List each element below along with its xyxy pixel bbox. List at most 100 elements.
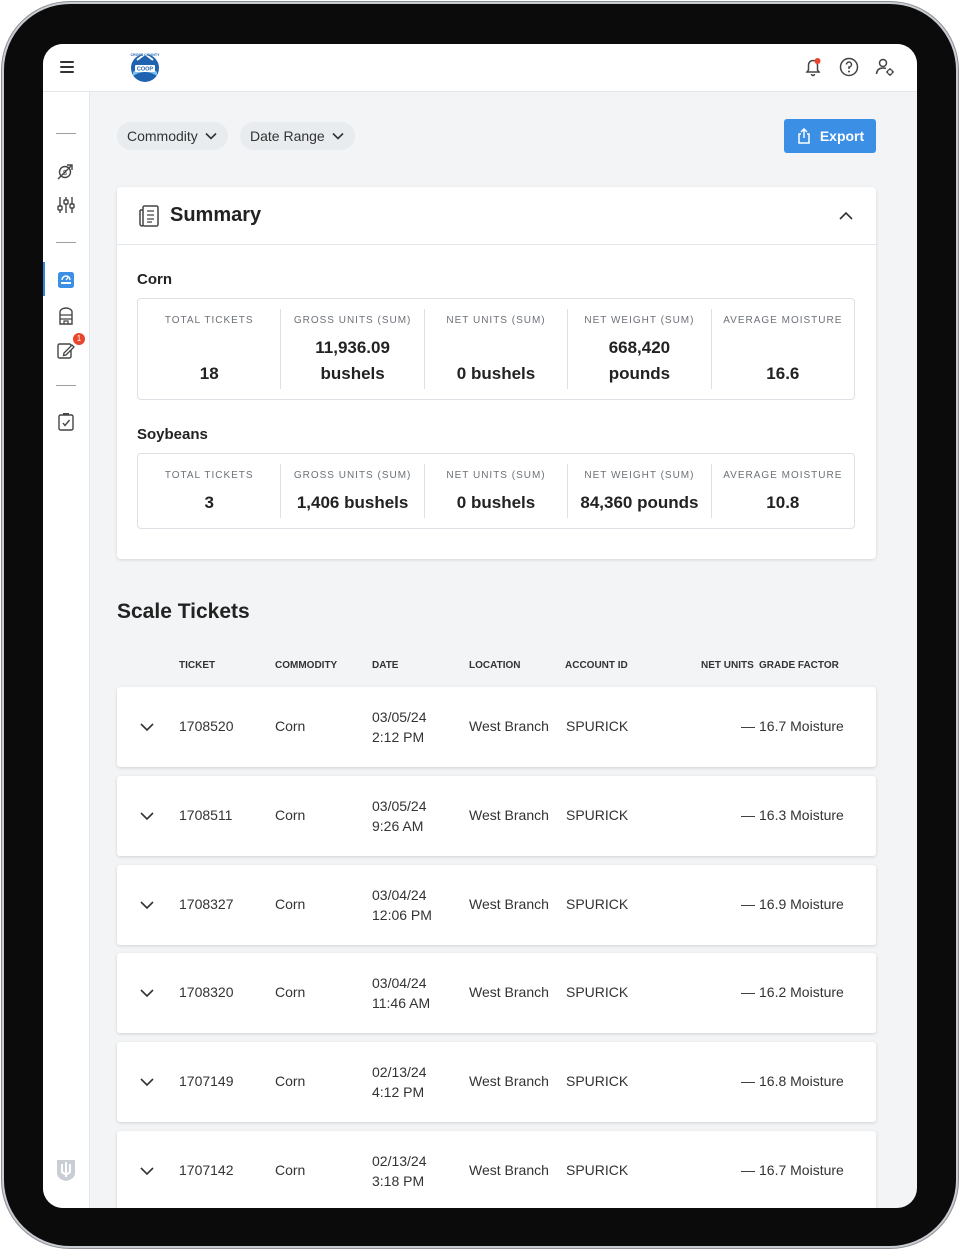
ticket-grade-factor: 16.7 Moisture [759, 1162, 844, 1178]
stat-gross-units: GROSS UNITS (SUM) 1,406 bushels [281, 464, 425, 518]
column-header-location: LOCATION [469, 660, 521, 671]
ticket-date: 03/05/24 [372, 797, 427, 814]
scale-icon[interactable] [55, 269, 77, 291]
nav-divider [56, 242, 76, 243]
ticket-number[interactable]: 1708320 [179, 984, 234, 1000]
help-icon[interactable] [837, 55, 861, 79]
chevron-down-icon[interactable] [139, 1163, 155, 1179]
ticket-number[interactable]: 1707149 [179, 1073, 234, 1089]
column-header-grade-factor: GRADE FACTOR [759, 660, 839, 671]
ticket-time: 11:46 AM [372, 995, 431, 1012]
table-row[interactable]: 1708327 Corn 03/04/24 12:06 PM West Branch SP… [117, 864, 876, 945]
ticket-account-id: SPURICK [566, 806, 629, 823]
ticket-grade-factor: 16.2 Moisture [759, 984, 844, 1001]
stat-value: 0 bushels [456, 493, 536, 512]
chevron-up-icon[interactable] [838, 208, 854, 224]
ticket-net-units: — [741, 1073, 755, 1090]
ticket-commodity: Corn [275, 806, 306, 823]
main-content: Commodity Date Range Export Summary Corn… [90, 92, 917, 1208]
chevron-down-icon[interactable] [139, 897, 155, 913]
user-settings-icon[interactable] [873, 55, 897, 79]
stat-label: TOTAL TICKETS [164, 315, 254, 326]
ticket-time: 12:06 PM [372, 906, 432, 923]
ticket-date: 02/13/24 [372, 1064, 427, 1081]
table-row[interactable]: 1708511 Corn 03/05/24 9:26 AM West Branch SPU… [117, 775, 876, 856]
ticket-commodity: Corn [275, 1162, 306, 1178]
stat-value: 0 bushels [456, 364, 536, 383]
table-row[interactable]: 1708520 Corn 03/05/24 2:12 PM West Branch SPU… [117, 687, 876, 767]
chevron-down-icon[interactable] [139, 808, 155, 824]
stat-label: NET UNITS (SUM) [446, 315, 546, 326]
silo-icon[interactable] [55, 304, 77, 326]
ticket-location: West Branch [469, 806, 549, 823]
summary-card: Summary Corn TOTAL TICKETS 18 GROSS UNIT… [117, 187, 876, 559]
export-button[interactable]: Export [784, 119, 876, 153]
stat-label: AVERAGE MOISTURE [723, 315, 843, 326]
scale-tickets-title: Scale Tickets [117, 600, 250, 623]
nav-divider [56, 133, 76, 134]
ticket-grade-factor: 16.8 Moisture [759, 1073, 844, 1090]
bell-icon[interactable] [801, 55, 825, 79]
column-header-ticket: TICKET [179, 660, 216, 671]
menu-icon[interactable] [60, 61, 74, 73]
summary-title: Summary [170, 204, 262, 226]
corn-stats: TOTAL TICKETS 18 GROSS UNITS (SUM) 11,93… [137, 298, 855, 400]
stat-label: NET WEIGHT (SUM) [584, 470, 695, 481]
chevron-down-icon[interactable] [139, 719, 155, 735]
commodity-filter[interactable]: Commodity [117, 122, 228, 150]
ticket-date: 02/13/24 [372, 1153, 427, 1169]
sliders-icon[interactable] [55, 194, 77, 216]
table-row[interactable]: 1708320 Corn 03/04/24 11:46 AM West Branch SP… [117, 953, 876, 1034]
stat-net-units: NET UNITS (SUM) 0 bushels [425, 309, 569, 389]
ticket-location: West Branch [469, 1162, 549, 1178]
notification-badge: 1 [73, 333, 85, 345]
stat-value: 84,360 pounds [580, 493, 699, 512]
ticket-time: 3:18 PM [372, 1173, 425, 1189]
chevron-down-icon[interactable] [139, 985, 155, 1001]
date-range-filter[interactable]: Date Range [240, 122, 355, 150]
coop-logo: COOP CROSS COUNTY [131, 52, 160, 82]
column-header-net-units: NET UNITS [701, 660, 754, 671]
nav-divider [56, 385, 76, 386]
edit-note-icon[interactable]: 1 [55, 333, 85, 361]
chevron-down-icon [332, 132, 344, 140]
stat-value: 1,406 bushels [296, 493, 409, 512]
stat-value: 10.8 [766, 493, 800, 512]
stat-label: AVERAGE MOISTURE [723, 470, 843, 481]
ticket-net-units: — [741, 718, 755, 734]
group-label-corn: Corn [137, 271, 172, 288]
column-header-account-id: ACCOUNT ID [565, 660, 628, 671]
commodity-filter-label: Commodity [127, 128, 198, 144]
checklist-icon[interactable] [55, 411, 77, 433]
stat-label: GROSS UNITS (SUM) [293, 315, 412, 326]
ticket-number[interactable]: 1707142 [179, 1162, 234, 1178]
stat-label: TOTAL TICKETS [164, 470, 254, 481]
date-range-filter-label: Date Range [250, 128, 325, 144]
dollar-chart-icon[interactable]: $ [55, 160, 77, 182]
table-row[interactable]: 1707149 Corn 02/13/24 4:12 PM West Branch SPU… [117, 1042, 876, 1123]
share-icon [798, 128, 810, 144]
stat-label: NET UNITS (SUM) [446, 470, 546, 481]
chevron-down-icon[interactable] [139, 1074, 155, 1090]
stat-average-moisture: AVERAGE MOISTURE 16.6 [712, 309, 854, 389]
ticket-location: West Branch [469, 895, 549, 912]
ticket-date: 03/04/24 [372, 886, 427, 903]
app-screen: COOP CROSS COUNTY $ 1 Commodity Date Ran… [43, 44, 917, 1208]
ticket-number[interactable]: 1708327 [179, 896, 234, 912]
ticket-number[interactable]: 1708520 [179, 718, 234, 734]
soybean-stats: TOTAL TICKETS 3 GROSS UNITS (SUM) 1,406 … [137, 453, 855, 529]
brand-shield-icon [55, 1158, 77, 1181]
ticket-number[interactable]: 1708511 [179, 807, 232, 823]
stat-average-moisture: AVERAGE MOISTURE 10.8 [712, 464, 854, 518]
stat-total-tickets: TOTAL TICKETS 18 [138, 309, 282, 389]
table-row[interactable]: 1707142 Corn 02/13/24 3:18 PM West Branch SPU… [117, 1131, 876, 1208]
ticket-date: 03/04/24 [372, 975, 427, 992]
ticket-location: West Branch [469, 1073, 549, 1090]
stat-net-weight: NET WEIGHT (SUM) 668,420 pounds [568, 309, 712, 389]
ticket-commodity: Corn [275, 718, 306, 734]
summary-header: Summary [117, 187, 876, 245]
stat-value: 18 [199, 364, 219, 383]
stat-value-unit: bushels [320, 364, 385, 383]
stat-value: 11,936.09 [315, 338, 390, 357]
stat-value: 668,420 [608, 338, 671, 357]
